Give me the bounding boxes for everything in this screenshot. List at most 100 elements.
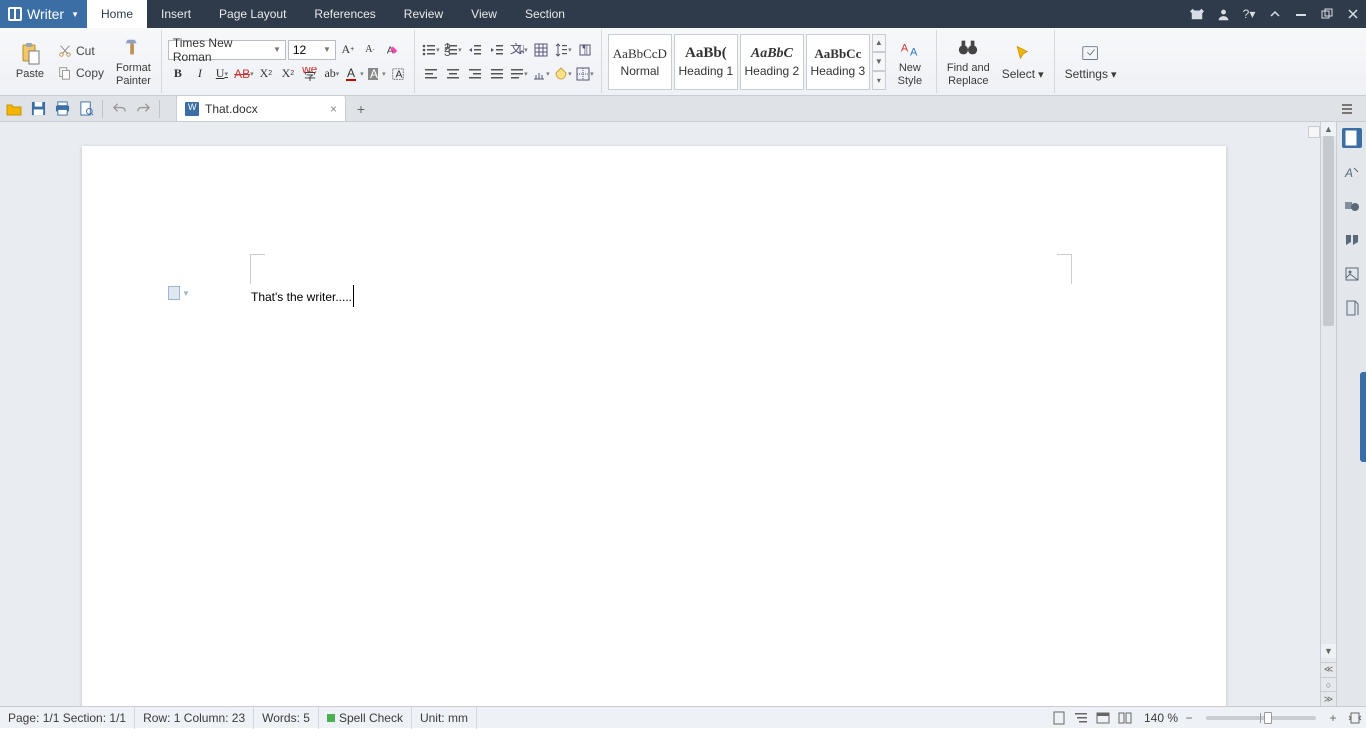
increase-indent-button[interactable] <box>487 40 507 60</box>
print-button[interactable] <box>52 99 72 119</box>
open-button[interactable] <box>4 99 24 119</box>
minimize-button[interactable] <box>1288 0 1314 28</box>
print-preview-button[interactable] <box>76 99 96 119</box>
scroll-down-icon[interactable]: ▼ <box>1321 644 1336 658</box>
new-tab-button[interactable]: + <box>350 98 372 120</box>
style-normal[interactable]: AaBbCcD Normal <box>608 34 672 90</box>
view-outline-icon[interactable] <box>1070 707 1092 729</box>
tab-page-layout[interactable]: Page Layout <box>205 0 300 28</box>
decrease-indent-button[interactable] <box>465 40 485 60</box>
numbering-button[interactable]: 123▾ <box>443 40 463 60</box>
view-web-layout-icon[interactable] <box>1092 707 1114 729</box>
tab-references[interactable]: References <box>300 0 389 28</box>
shrink-font-button[interactable]: A- <box>360 40 380 60</box>
panel-navigation-icon[interactable] <box>1342 230 1362 250</box>
italic-button[interactable]: I <box>190 64 210 84</box>
format-painter-button[interactable]: Format Painter <box>110 34 157 88</box>
close-tab-icon[interactable]: × <box>330 102 337 116</box>
grow-font-button[interactable]: A+ <box>338 40 358 60</box>
tab-insert[interactable]: Insert <box>147 0 205 28</box>
char-border-button[interactable]: A <box>388 64 408 84</box>
superscript-button[interactable]: X2 <box>256 64 276 84</box>
shading-button[interactable]: ▾ <box>553 64 573 84</box>
text-direction-button[interactable]: 文▾ <box>509 40 529 60</box>
tab-home[interactable]: Home <box>87 0 147 28</box>
find-replace-button[interactable]: Find and Replace <box>941 34 996 88</box>
zoom-out-button[interactable]: − <box>1178 707 1200 729</box>
panel-pull-handle[interactable] <box>1360 372 1366 462</box>
borders-button[interactable]: ▾ <box>575 64 595 84</box>
zoom-value[interactable]: 140 % <box>1144 711 1178 725</box>
align-right-button[interactable] <box>465 64 485 84</box>
phonetic-button[interactable]: wén字 <box>300 64 320 84</box>
undo-button[interactable] <box>109 99 129 119</box>
status-rowcol[interactable]: Row: 1 Column: 23 <box>135 707 254 729</box>
style-heading1[interactable]: AaBb( Heading 1 <box>674 34 738 90</box>
document-tab[interactable]: That.docx × <box>176 95 346 121</box>
insert-table-button[interactable] <box>531 40 551 60</box>
help-icon[interactable]: ?▾ <box>1236 0 1262 28</box>
panel-properties-icon[interactable] <box>1342 128 1362 148</box>
expand-icon[interactable]: ▾ <box>872 71 886 90</box>
chevron-up-icon[interactable]: ▲ <box>872 34 886 53</box>
status-words[interactable]: Words: 5 <box>254 707 319 729</box>
browse-object-icon[interactable]: ○ <box>1321 677 1336 692</box>
zoom-in-button[interactable]: + <box>1322 707 1344 729</box>
font-color-button[interactable]: A▾ <box>344 64 364 84</box>
app-badge[interactable]: Writer ▼ <box>0 0 87 28</box>
redo-button[interactable] <box>133 99 153 119</box>
select-button[interactable]: Select ▾ <box>996 40 1050 83</box>
style-gallery-scroll[interactable]: ▲ ▼ ▾ <box>872 34 886 90</box>
close-button[interactable] <box>1340 0 1366 28</box>
tab-list-button[interactable] <box>1338 99 1358 119</box>
scroll-up-icon[interactable]: ▲ <box>1321 122 1336 136</box>
tab-section[interactable]: Section <box>511 0 579 28</box>
bullets-button[interactable]: ▾ <box>421 40 441 60</box>
status-unit[interactable]: Unit: mm <box>412 707 477 729</box>
status-spellcheck[interactable]: Spell Check <box>319 707 412 729</box>
tab-review[interactable]: Review <box>390 0 457 28</box>
zoom-knob[interactable] <box>1264 712 1272 724</box>
paste-button[interactable]: Paste <box>8 40 52 82</box>
fit-page-button[interactable] <box>1344 707 1366 729</box>
font-name-combo[interactable]: Times New Roman ▼ <box>168 40 286 60</box>
style-heading2[interactable]: AaBbC Heading 2 <box>740 34 804 90</box>
skin-icon[interactable] <box>1184 0 1210 28</box>
panel-styles-icon[interactable]: A <box>1342 162 1362 182</box>
paragraph-handle[interactable]: ▼ <box>168 286 190 300</box>
align-justify-button[interactable] <box>487 64 507 84</box>
subscript-button[interactable]: X2 <box>278 64 298 84</box>
bold-button[interactable]: B <box>168 64 188 84</box>
strikethrough-button[interactable]: AB▾ <box>234 64 254 84</box>
page-canvas[interactable]: ▼ That's the writer..... <box>82 146 1226 706</box>
ribbon-collapse-icon[interactable] <box>1262 0 1288 28</box>
tab-view[interactable]: View <box>457 0 511 28</box>
highlight-button[interactable]: A▾ <box>366 64 386 84</box>
maximize-button[interactable] <box>1314 0 1340 28</box>
user-icon[interactable] <box>1210 0 1236 28</box>
align-center-button[interactable] <box>443 64 463 84</box>
view-print-layout-icon[interactable] <box>1048 707 1070 729</box>
show-marks-button[interactable]: ¶ <box>575 40 595 60</box>
style-heading3[interactable]: AaBbCc Heading 3 <box>806 34 870 90</box>
document-body[interactable]: That's the writer..... <box>251 284 354 307</box>
settings-button[interactable]: Settings ▾ <box>1059 40 1123 83</box>
panel-shapes-icon[interactable] <box>1342 196 1362 216</box>
change-case-button[interactable]: ab▾ <box>322 64 342 84</box>
save-button[interactable] <box>28 99 48 119</box>
copy-button[interactable]: Copy <box>54 63 108 83</box>
scroll-thumb[interactable] <box>1323 136 1334 326</box>
cut-button[interactable]: Cut <box>54 41 108 61</box>
line-spacing-button[interactable]: ▾ <box>553 40 573 60</box>
clear-formatting-button[interactable]: A <box>382 40 402 60</box>
panel-clip-icon[interactable] <box>1342 264 1362 284</box>
underline-button[interactable]: U▾ <box>212 64 232 84</box>
align-distribute-button[interactable]: ▾ <box>509 64 529 84</box>
tab-stops-button[interactable]: ▾ <box>531 64 551 84</box>
chevron-down-icon[interactable]: ▼ <box>872 52 886 71</box>
ruler-toggle[interactable] <box>1308 126 1320 138</box>
align-left-button[interactable] <box>421 64 441 84</box>
status-page[interactable]: Page: 1/1 Section: 1/1 <box>0 707 135 729</box>
view-reading-icon[interactable] <box>1114 707 1136 729</box>
vertical-scrollbar[interactable]: ▲ ▼ ≪ ○ ≫ <box>1320 122 1336 706</box>
